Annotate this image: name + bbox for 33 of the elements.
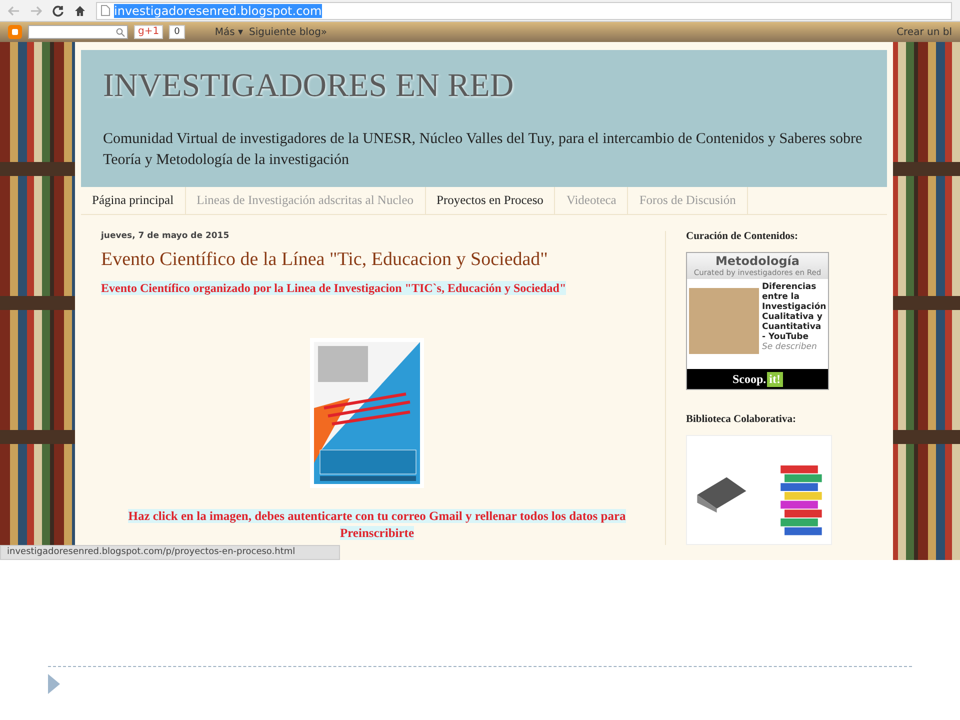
next-blog-link[interactable]: Siguiente blog» (249, 26, 328, 38)
nav-tab[interactable]: Proyectos en Proceso (426, 187, 556, 214)
more-menu[interactable]: Más ▾ (214, 26, 243, 38)
nav-tab[interactable]: Videoteca (555, 187, 628, 214)
status-bar: investigadoresenred.blogspot.com/p/proyectos-en-proceso.html (0, 545, 340, 560)
nav-tab[interactable]: Lineas de Investigación adscritas al Nucleo (186, 187, 426, 214)
post-subtitle: Evento Científico organizado por la Linea de Investigacion "TIC`s, Educación y Sociedad" (101, 281, 568, 296)
nav-tab[interactable]: Página principal (81, 187, 186, 214)
post-date: jueves, 7 de mayo de 2015 (101, 231, 230, 241)
search-icon[interactable] (116, 28, 125, 36)
post-title[interactable]: Evento Científico de la Línea "Tic, Educacion y Sociedad" (101, 249, 653, 271)
google-plus-button[interactable]: g+1 (134, 25, 164, 39)
reload-icon[interactable] (52, 4, 64, 16)
blog-title: INVESTIGADORES EN RED (103, 68, 515, 105)
triangle-bullet-icon (48, 674, 60, 694)
blogger-logo-icon[interactable] (8, 25, 22, 39)
article-excerpt: Se describen (762, 342, 818, 352)
create-blog-link[interactable]: Crear un bl (896, 26, 952, 38)
widget-topic[interactable]: Metodología (687, 254, 828, 268)
call-to-action-text: Haz click en la imagen, debes autenticarte con tu correo Gmail y rellenar todos los datos para Preinscribirte (127, 508, 627, 542)
widget-heading: Biblioteca Colaborativa: (686, 414, 797, 425)
article-title[interactable]: Diferencias entre la Investigación Cualitativa y Cuantitativa - YouTube (762, 282, 826, 342)
event-flyer-drawing[interactable] (310, 338, 424, 488)
home-icon[interactable] (74, 4, 86, 16)
search-field[interactable] (28, 25, 128, 39)
photo-placeholder (689, 288, 759, 354)
widget-heading: Curación de Contenidos: (686, 231, 800, 242)
page-icon (101, 5, 110, 16)
scoopit-logo[interactable]: Scoop. it! (687, 369, 828, 389)
address-bar[interactable]: investigadoresenred.blogspot.com (96, 2, 952, 20)
plus-count: 0 (169, 25, 185, 39)
blog-description: Comunidad Virtual de investigadores de la UNESR, Núcleo Valles del Tuy, para el intercambio de Contenidos y Saberes sobre Teoría y Metodología de la investigación (103, 130, 864, 170)
nav-tab[interactable]: Foros de Discusión (628, 187, 748, 214)
